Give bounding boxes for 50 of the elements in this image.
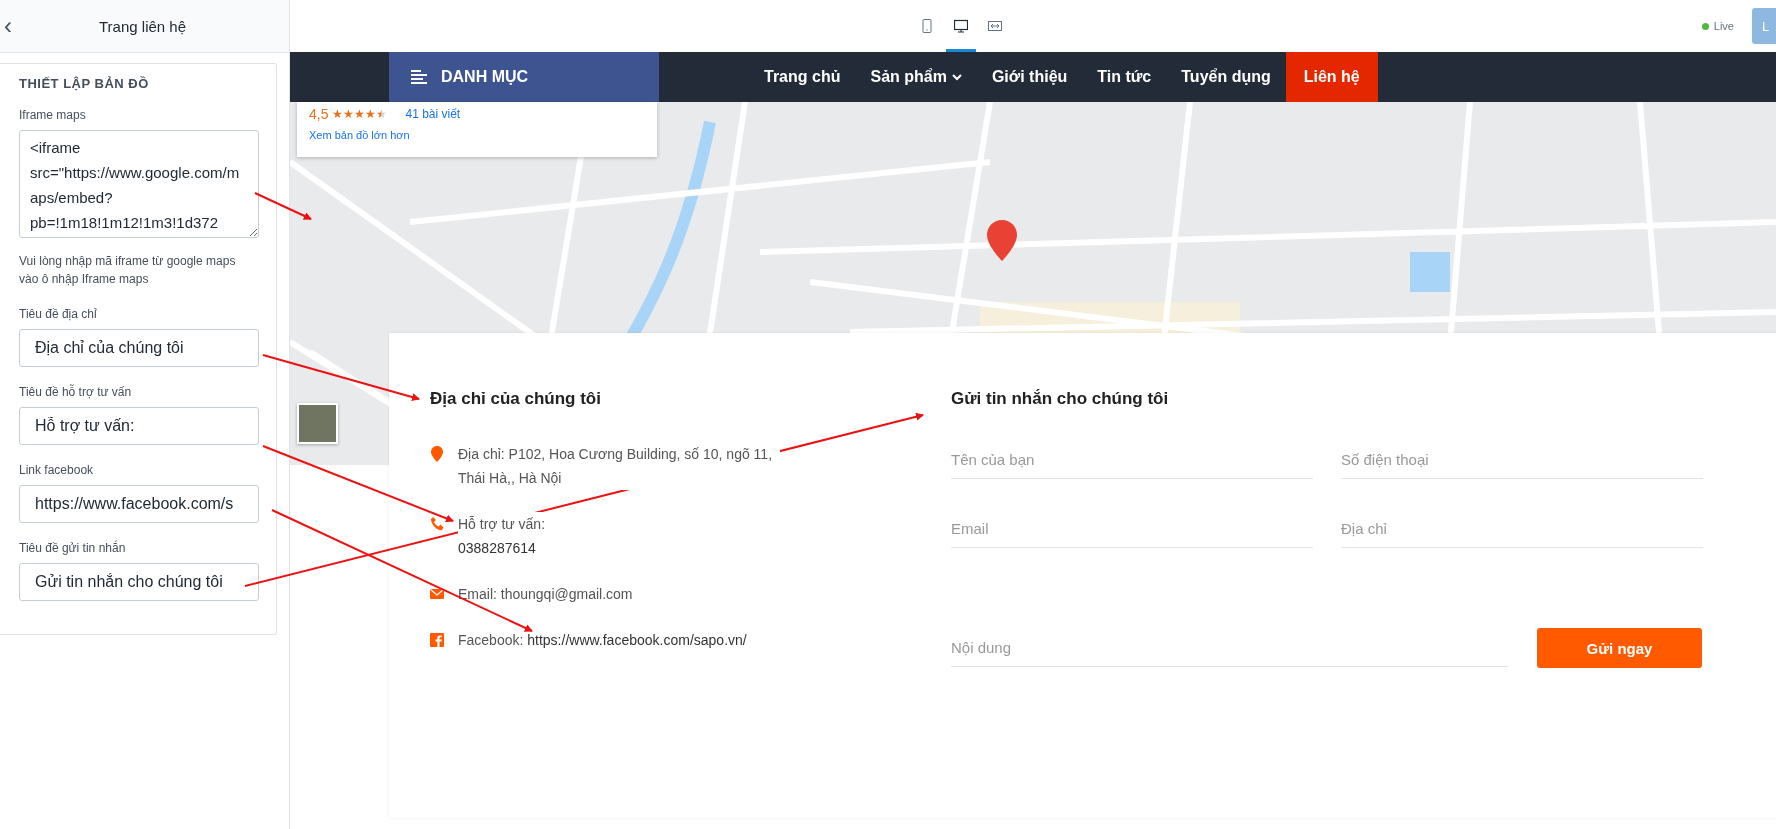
- phone-icon: [430, 516, 444, 532]
- field-label: Link facebook: [19, 463, 94, 477]
- field-label: Tiêu đề hỗ trợ tư vấn: [19, 385, 132, 399]
- field-label: Tiêu đề địa chỉ: [19, 307, 97, 321]
- nav-item[interactable]: Trang chủ: [749, 52, 856, 102]
- form-field[interactable]: Email: [951, 509, 1313, 548]
- email-text: Email: thoungqi@gmail.com: [458, 585, 634, 604]
- larger-map-link[interactable]: Xem bản đồ lớn hơn: [309, 129, 410, 141]
- panel-title: Trang liên hệ: [98, 17, 187, 35]
- monitor-icon: [953, 18, 968, 33]
- facebook-label: Facebook:: [458, 632, 525, 648]
- expand-width-icon: [987, 18, 1002, 33]
- star-icon: ★: [332, 107, 344, 121]
- text-field[interactable]: https://www.facebook.com/s: [19, 485, 259, 523]
- facebook-link[interactable]: https://www.facebook.com/sapo.vn/: [527, 632, 747, 648]
- nav-item[interactable]: Tuyển dụng: [1166, 52, 1286, 102]
- back-button[interactable]: ‹: [0, 11, 20, 41]
- phone-icon: [919, 18, 934, 33]
- form-field[interactable]: Số điện thoại: [1341, 440, 1703, 479]
- nav-item[interactable]: Tin tức: [1082, 52, 1167, 102]
- menu-icon: [411, 70, 429, 84]
- satellite-thumbnail[interactable]: [297, 403, 338, 444]
- nav-item[interactable]: Giới thiệu: [976, 52, 1083, 102]
- facebook-icon: [430, 632, 444, 648]
- location-pin-icon: [430, 446, 444, 462]
- star-icon: ★: [365, 107, 377, 121]
- form-field[interactable]: Địa chỉ: [1341, 509, 1703, 548]
- rating-value: 4,5: [309, 106, 329, 122]
- star-icon: ★: [354, 107, 366, 121]
- nav-item[interactable]: Liên hệ: [1285, 52, 1378, 102]
- nav-item[interactable]: Sản phẩm: [855, 52, 977, 102]
- field-label: Tiêu đề gửi tin nhắn: [19, 541, 126, 555]
- section-title: THIẾT LẬP BẢN ĐỒ: [19, 76, 150, 91]
- text-field[interactable]: Hỗ trợ tư vấn:: [19, 407, 259, 445]
- message-heading: Gửi tin nhắn cho chúng tôi: [951, 389, 1170, 409]
- envelope-icon: [430, 586, 444, 602]
- message-field[interactable]: Nội dung: [951, 628, 1508, 667]
- category-menu[interactable]: DANH MỤC: [389, 52, 659, 102]
- status-dot: [1701, 22, 1709, 30]
- status-text: Live: [1713, 20, 1734, 32]
- annotation-arrow: [254, 192, 312, 220]
- address-heading: Địa chỉ của chúng tôi: [430, 389, 602, 409]
- field-label: Iframe maps: [19, 108, 86, 122]
- reviews-link[interactable]: 41 bài viết: [405, 107, 461, 121]
- help-text: Vui lòng nhập mã iframe từ google maps vào ô nhập Iframe maps: [19, 253, 237, 288]
- text-field[interactable]: Địa chỉ của chúng tôi: [19, 329, 259, 367]
- star-icon: ★: [343, 107, 355, 121]
- iframe-code-field[interactable]: <iframe src="https://www.google.com/maps/embed?pb=!1m18!1m12!1m3!1d372: [19, 130, 259, 238]
- form-field[interactable]: Tên của bạn: [951, 440, 1313, 479]
- text-field[interactable]: Gửi tin nhắn cho chúng tôi: [19, 563, 259, 601]
